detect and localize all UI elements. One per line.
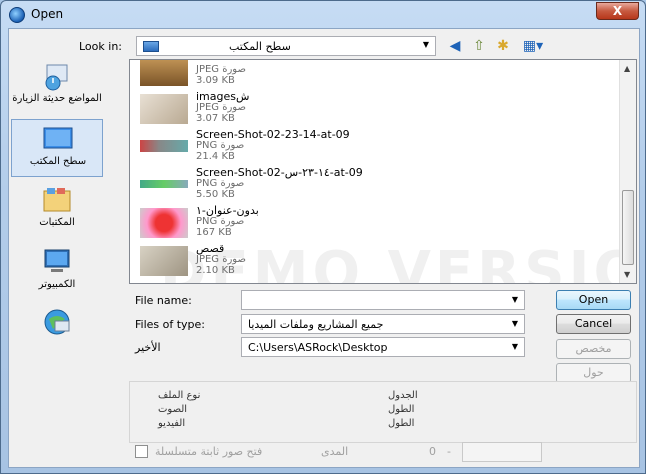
file-type: JPEG صورة xyxy=(196,254,246,265)
files-of-type-label: Files of type: xyxy=(135,318,206,331)
image-thumbnail xyxy=(140,140,188,152)
info-video: الفيديو xyxy=(158,418,186,429)
places-bar: المواضع حديثة الزيارة سطح المكتب المكتبا… xyxy=(9,57,105,469)
file-type: PNG صورة xyxy=(196,178,245,189)
file-info-panel: نوع الملف الصوت الفيديو الجدول الطول الط… xyxy=(129,381,637,443)
range-to-field[interactable] xyxy=(462,442,542,462)
sequence-checkbox[interactable] xyxy=(135,445,148,458)
image-thumbnail xyxy=(140,94,188,124)
info-file-type: نوع الملف xyxy=(158,390,201,401)
file-type: JPEG صورة xyxy=(196,64,246,75)
info-length-video: الطول xyxy=(388,418,415,429)
file-item[interactable]: Screen-Shot-02-23-14-at-09 PNG صورة 21.4… xyxy=(136,128,616,164)
files-of-type-value: جميع المشاريع وملفات الميديا xyxy=(248,318,384,331)
file-size: 167 KB xyxy=(196,227,232,238)
file-item[interactable]: Screen-Shot-02-١٤-٢٣-س-at-09 PNG صورة 5.… xyxy=(136,166,616,202)
range-separator: - xyxy=(447,445,451,458)
file-item[interactable]: JPEG صورة 3.09 KB xyxy=(136,60,616,88)
dialog-body: Look in: سطح المكتب ▼ ◀ ⇧ ✱ ▦▾ المواضع ح… xyxy=(8,28,640,468)
file-size: 2.10 KB xyxy=(196,265,235,276)
title-bar[interactable]: Open X xyxy=(1,1,645,28)
file-type: PNG صورة xyxy=(196,140,245,151)
chevron-down-icon: ▼ xyxy=(511,319,518,328)
back-icon[interactable]: ◀ xyxy=(446,37,464,55)
computer-icon xyxy=(44,249,70,272)
file-list-scrollbar[interactable]: ▲ ▼ xyxy=(619,60,636,283)
network-icon xyxy=(44,309,70,335)
cancel-button[interactable]: Cancel xyxy=(556,314,631,334)
recent-label: الأخير xyxy=(135,341,161,354)
range-from: 0 xyxy=(429,445,436,458)
desktop-small-icon xyxy=(143,41,159,52)
file-size: 21.4 KB xyxy=(196,151,235,162)
place-libraries[interactable]: المكتبات xyxy=(11,181,103,239)
place-network[interactable] xyxy=(11,303,103,361)
file-size: 3.09 KB xyxy=(196,75,235,86)
image-thumbnail xyxy=(140,208,188,238)
open-button[interactable]: Open xyxy=(556,290,631,310)
sequence-label: فتح صور ثابتة متسلسلة xyxy=(155,445,263,458)
chevron-down-icon[interactable]: ▼ xyxy=(512,295,518,304)
place-computer[interactable]: الكمبيوتر xyxy=(11,243,103,301)
view-menu-icon[interactable]: ▦▾ xyxy=(520,37,546,55)
info-length-audio: الطول xyxy=(388,404,415,415)
range-label: المدى xyxy=(321,445,349,458)
file-name-field[interactable]: ▼ xyxy=(241,290,525,310)
scrollbar-thumb[interactable] xyxy=(622,190,634,265)
file-item[interactable]: بدون-عنوان-١ PNG صورة 167 KB xyxy=(136,204,616,240)
file-name-label: File name: xyxy=(135,294,192,307)
place-recent[interactable]: المواضع حديثة الزيارة xyxy=(11,57,103,115)
files-of-type-dropdown[interactable]: جميع المشاريع وملفات الميديا ▼ xyxy=(241,314,525,334)
up-folder-icon[interactable]: ⇧ xyxy=(470,37,488,55)
recent-places-icon xyxy=(45,64,68,91)
place-desktop[interactable]: سطح المكتب xyxy=(11,119,103,177)
open-dialog: Open X Look in: سطح المكتب ▼ ◀ ⇧ ✱ ▦▾ ال xyxy=(0,0,646,474)
about-button[interactable]: حول xyxy=(556,363,631,383)
close-button[interactable]: X xyxy=(596,2,639,20)
file-size: 3.07 KB xyxy=(196,113,235,124)
info-audio: الصوت xyxy=(158,404,188,415)
place-label: المكتبات xyxy=(39,217,75,228)
image-thumbnail xyxy=(140,180,188,188)
window-title: Open xyxy=(31,7,64,21)
file-list[interactable]: DEMO VERSION JPEG صورة 3.09 KB imagesش J… xyxy=(129,59,637,284)
recent-folders-dropdown[interactable]: C:\Users\ASRock\Desktop ▼ xyxy=(241,337,525,357)
file-item[interactable]: قصص JPEG صورة 2.10 KB xyxy=(136,242,616,278)
place-label: سطح المكتب xyxy=(29,156,87,167)
image-thumbnail xyxy=(140,60,188,86)
file-type: JPEG صورة xyxy=(196,102,246,113)
place-label: الكمبيوتر xyxy=(38,279,76,290)
app-icon xyxy=(9,7,25,23)
image-thumbnail xyxy=(140,246,188,276)
file-item[interactable]: imagesش JPEG صورة 3.07 KB xyxy=(136,90,616,126)
chevron-down-icon: ▼ xyxy=(511,342,518,351)
chevron-down-icon: ▼ xyxy=(422,40,429,49)
libraries-icon xyxy=(43,188,71,212)
look-in-value: سطح المكتب xyxy=(229,40,291,53)
desktop-icon xyxy=(43,127,73,149)
look-in-dropdown[interactable]: سطح المكتب ▼ xyxy=(136,36,436,56)
recent-value: C:\Users\ASRock\Desktop xyxy=(248,341,388,354)
file-type: PNG صورة xyxy=(196,216,245,227)
scroll-up-icon[interactable]: ▲ xyxy=(624,64,630,73)
new-folder-icon[interactable]: ✱ xyxy=(494,37,512,55)
scroll-down-icon[interactable]: ▼ xyxy=(624,270,630,279)
file-size: 5.50 KB xyxy=(196,189,235,200)
customize-button[interactable]: مخصص xyxy=(556,339,631,359)
info-table: الجدول xyxy=(388,390,418,401)
place-label: المواضع حديثة الزيارة xyxy=(12,93,102,104)
look-in-label: Look in: xyxy=(79,40,122,53)
